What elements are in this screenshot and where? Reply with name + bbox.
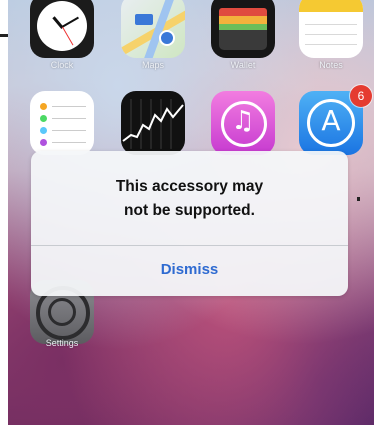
maps-app-icon[interactable]: [121, 0, 185, 58]
itunes-app-icon[interactable]: ♫: [211, 91, 275, 155]
notes-app-icon[interactable]: [299, 0, 363, 58]
notes-line: [305, 24, 357, 25]
settings-label: Settings: [45, 338, 79, 348]
reminders-line: [52, 118, 86, 119]
stocks-chart-icon: [122, 99, 184, 149]
reminders-dot: [40, 115, 47, 122]
side-mark: [357, 197, 360, 201]
reminders-line: [52, 106, 86, 107]
wallet-label: Wallet: [230, 60, 256, 70]
stocks-app-icon[interactable]: [121, 91, 185, 155]
reminders-line: [52, 130, 86, 131]
app-store-a-icon: A: [321, 104, 341, 137]
reminders-dot: [40, 139, 47, 146]
reminders-dot: [40, 103, 47, 110]
accessory-alert-dialog: This accessory may not be supported. Dis…: [31, 151, 348, 296]
clock-label: Clock: [50, 60, 74, 70]
reminders-dot: [40, 127, 47, 134]
maps-pin-icon: [159, 30, 175, 46]
dismiss-button[interactable]: Dismiss: [31, 246, 348, 296]
clock-app-icon[interactable]: [30, 0, 94, 58]
wallet-pocket: [219, 30, 267, 50]
notes-header: [299, 0, 363, 12]
maps-highway-sign: [135, 14, 153, 25]
notes-line: [305, 34, 357, 35]
gear-inner: [48, 298, 76, 326]
wallet-app-icon[interactable]: [211, 0, 275, 58]
music-note-icon: ♫: [231, 106, 255, 136]
alert-message: This accessory may not be supported.: [115, 178, 264, 219]
reminders-app-icon[interactable]: [30, 91, 94, 155]
reminders-line: [52, 142, 86, 143]
notes-line: [305, 44, 357, 45]
app-store-badge: 6: [350, 85, 372, 107]
maps-label: Maps: [141, 60, 164, 70]
notes-label: Notes: [319, 60, 343, 70]
maps-road: [139, 0, 179, 58]
